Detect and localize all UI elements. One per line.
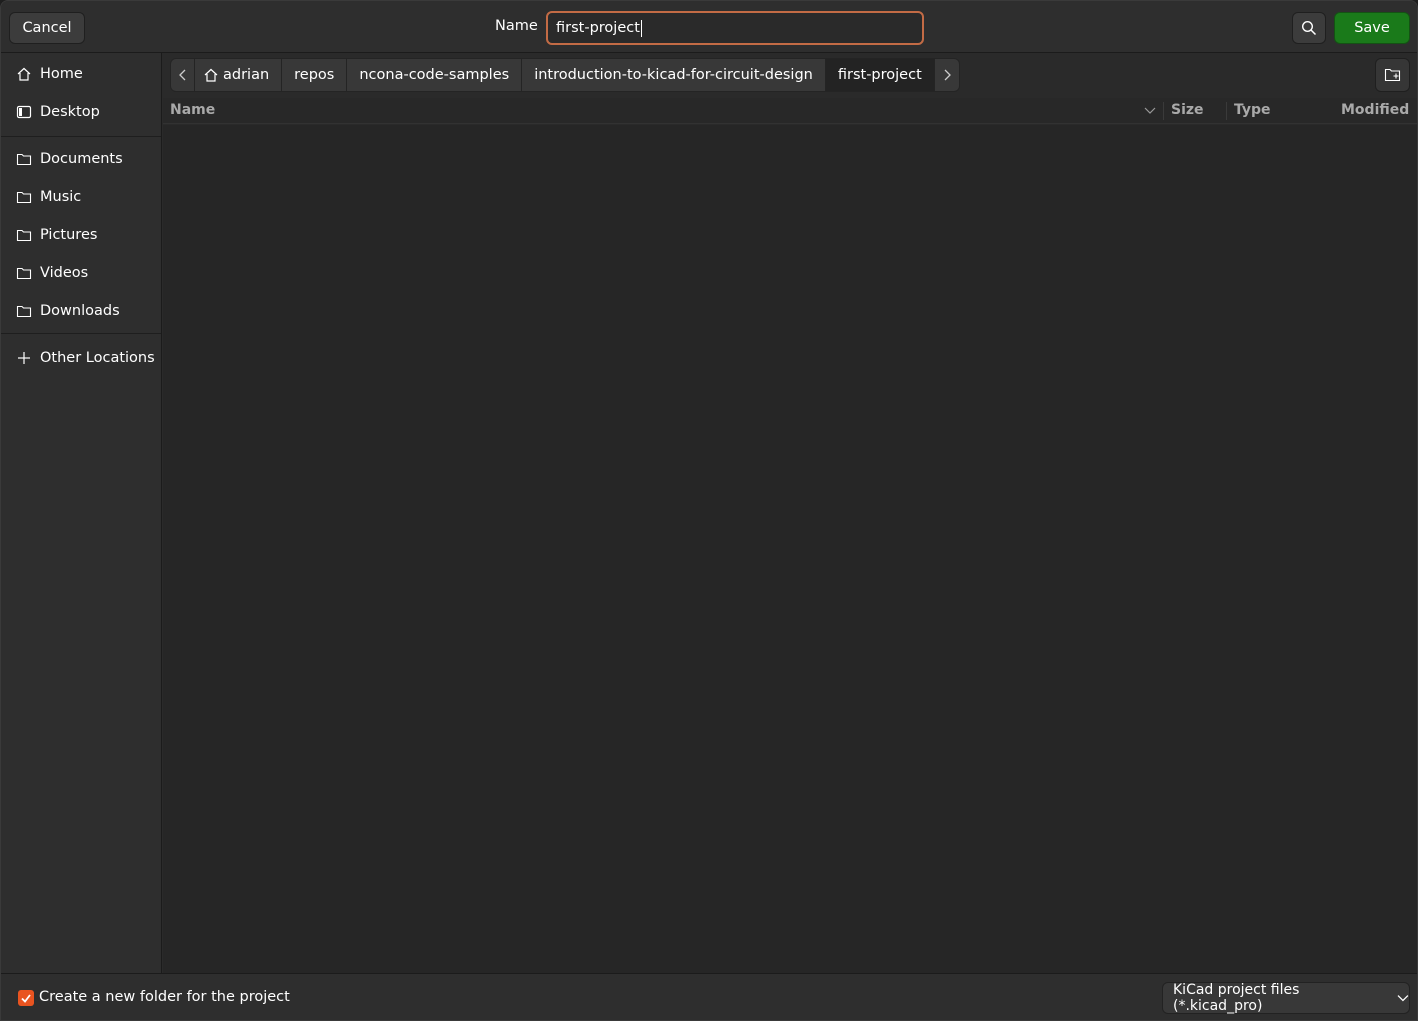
- path-crumb-label: introduction-to-kicad-for-circuit-design: [534, 67, 813, 83]
- filename-input[interactable]: first-project: [546, 11, 924, 45]
- sidebar-item-pictures[interactable]: Pictures: [1, 217, 161, 253]
- column-separator: [1163, 102, 1164, 120]
- path-crumb-current[interactable]: first-project: [825, 58, 935, 92]
- text-caret: [640, 19, 642, 37]
- path-bar: adrian repos ncona-code-samples introduc…: [170, 58, 960, 92]
- sidebar-item-label: Documents: [40, 151, 123, 167]
- column-header-type[interactable]: Type: [1234, 102, 1271, 118]
- create-folder-checkbox[interactable]: [18, 990, 34, 1006]
- sort-chevron-down-icon[interactable]: [1144, 106, 1156, 116]
- sidebar-item-label: Desktop: [40, 104, 100, 120]
- checkmark-icon: [21, 994, 31, 1003]
- file-chooser-dialog: Cancel Name first-project Save Home Desk…: [0, 0, 1418, 1021]
- path-scroll-left-button[interactable]: [170, 58, 195, 92]
- sidebar-item-documents[interactable]: Documents: [1, 141, 161, 177]
- name-label: Name: [495, 18, 538, 34]
- path-crumb-label: repos: [294, 67, 335, 83]
- sidebar-item-label: Other Locations: [40, 350, 155, 366]
- filename-value: first-project: [556, 20, 640, 36]
- folder-icon: [15, 188, 33, 206]
- column-header-modified[interactable]: Modified: [1341, 102, 1409, 118]
- cancel-button[interactable]: Cancel: [9, 12, 85, 44]
- path-crumb-label: first-project: [837, 67, 922, 83]
- places-sidebar: Home Desktop Documents Music Pictures Vi…: [1, 53, 162, 973]
- search-icon: [1301, 20, 1317, 36]
- column-header-name[interactable]: Name: [170, 102, 215, 118]
- sidebar-item-label: Downloads: [40, 303, 120, 319]
- save-button[interactable]: Save: [1334, 12, 1410, 44]
- path-scroll-right-button[interactable]: [934, 58, 960, 92]
- chevron-down-icon: [1397, 995, 1409, 1002]
- header-bar: Cancel Name first-project Save: [1, 1, 1417, 53]
- sidebar-item-label: Videos: [40, 265, 89, 281]
- sidebar-item-label: Music: [40, 189, 82, 205]
- sidebar-item-downloads[interactable]: Downloads: [1, 293, 161, 329]
- file-type-filter-dropdown[interactable]: KiCad project files (*.kicad_pro): [1162, 982, 1410, 1014]
- sidebar-item-label: Pictures: [40, 227, 98, 243]
- path-crumb[interactable]: repos: [282, 58, 348, 92]
- path-crumb-label: adrian: [223, 67, 270, 83]
- new-folder-icon: [1384, 68, 1400, 82]
- plus-icon: [15, 349, 33, 367]
- search-button[interactable]: [1292, 12, 1326, 44]
- folder-icon: [15, 302, 33, 320]
- sidebar-separator: [1, 333, 161, 334]
- path-crumb[interactable]: ncona-code-samples: [347, 58, 523, 92]
- sidebar-item-videos[interactable]: Videos: [1, 255, 161, 291]
- new-folder-button[interactable]: [1375, 58, 1410, 92]
- dialog-footer: Create a new folder for the project KiCa…: [1, 973, 1417, 1020]
- create-folder-label[interactable]: Create a new folder for the project: [39, 989, 290, 1005]
- file-list-header: Name Size Type Modified: [163, 98, 1417, 124]
- sidebar-item-desktop[interactable]: Desktop: [1, 94, 161, 130]
- file-type-filter-value: KiCad project files (*.kicad_pro): [1173, 982, 1300, 1014]
- chevron-right-icon: [944, 69, 951, 81]
- sidebar-separator: [1, 136, 161, 137]
- sidebar-item-home[interactable]: Home: [1, 56, 161, 92]
- sidebar-item-label: Home: [40, 66, 83, 82]
- sidebar-item-other-locations[interactable]: Other Locations: [1, 340, 161, 376]
- home-icon: [204, 68, 218, 82]
- path-crumb-home[interactable]: adrian: [195, 58, 283, 92]
- home-icon: [15, 65, 33, 83]
- desktop-icon: [15, 103, 33, 121]
- path-crumb[interactable]: introduction-to-kicad-for-circuit-design: [522, 58, 826, 92]
- column-separator: [1226, 102, 1227, 120]
- path-crumb-label: ncona-code-samples: [359, 67, 510, 83]
- folder-icon: [15, 226, 33, 244]
- chevron-left-icon: [178, 69, 185, 81]
- sidebar-item-music[interactable]: Music: [1, 179, 161, 215]
- file-list[interactable]: [163, 125, 1417, 973]
- folder-icon: [15, 264, 33, 282]
- column-header-size[interactable]: Size: [1171, 102, 1204, 118]
- folder-icon: [15, 150, 33, 168]
